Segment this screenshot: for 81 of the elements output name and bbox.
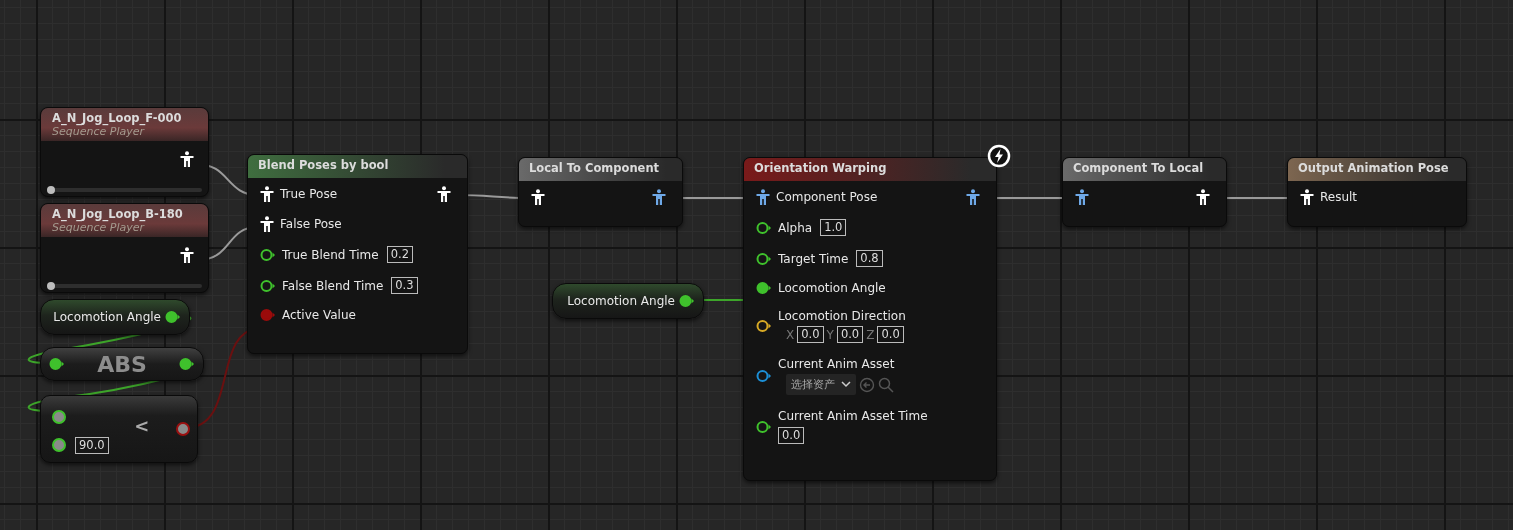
- pin-label: False Pose: [280, 217, 342, 231]
- figure-icon[interactable]: [180, 247, 194, 263]
- asset-dropdown[interactable]: 选择资产: [786, 374, 856, 395]
- number-field[interactable]: 0.0: [836, 326, 864, 343]
- number-field[interactable]: 1.0: [820, 219, 847, 236]
- pin-label: True Pose: [280, 187, 338, 201]
- pin-label: Target Time: [778, 251, 849, 266]
- node-title: Component To Local: [1073, 161, 1204, 175]
- number-field[interactable]: 90.0: [75, 436, 109, 454]
- search-icon[interactable]: [878, 376, 894, 393]
- figure-icon[interactable]: [966, 189, 980, 205]
- node-title: Orientation Warping: [754, 161, 887, 175]
- operator-label: ABS: [97, 351, 147, 377]
- slider-thumb[interactable]: [47, 186, 55, 194]
- pin-label: True Blend Time: [282, 247, 379, 262]
- sequence-node[interactable]: A_N_Jog_Loop_B-180 Sequence Player: [40, 203, 209, 293]
- anim-node[interactable]: Orientation Warping Component Pose Alpha 1.0 Target Time 0.8 Locomotion Angle Locomotion Direction X 0.0 Y 0.0 Z 0.0 Current Anim Asset 选择资产 Current Anim Asset Time 0.0: [743, 157, 997, 481]
- number-field[interactable]: 0.0: [778, 427, 805, 444]
- figure-icon[interactable]: [1075, 189, 1089, 205]
- node-subtitle: Sequence Player: [52, 125, 145, 138]
- pin-label: Alpha: [778, 220, 813, 235]
- anim-node[interactable]: Output Animation Pose Result: [1287, 157, 1467, 227]
- number-field[interactable]: 0.2: [386, 246, 413, 263]
- figure-icon[interactable]: [180, 151, 194, 167]
- axis-label: Y: [826, 327, 834, 342]
- pin-icon[interactable]: [260, 278, 276, 293]
- variable-name: Locomotion Angle: [567, 294, 675, 308]
- pin-label: Current Anim Asset Time: [778, 409, 928, 423]
- figure-icon[interactable]: [531, 189, 545, 205]
- figure-icon[interactable]: [756, 189, 770, 205]
- number-field[interactable]: 0.0: [877, 326, 904, 343]
- pin-icon[interactable]: [49, 357, 65, 371]
- variable-node[interactable]: Locomotion Angle: [552, 283, 704, 319]
- figure-icon[interactable]: [260, 186, 274, 202]
- node-title: Output Animation Pose: [1298, 161, 1449, 175]
- node-title: Blend Poses by bool: [258, 158, 389, 172]
- compare-node[interactable]: 90.0 <: [40, 395, 198, 463]
- pin-label: Result: [1320, 190, 1358, 204]
- pin-icon[interactable]: [260, 247, 276, 262]
- anim-node[interactable]: Local To Component: [518, 157, 683, 227]
- pin-label: Active Value: [282, 308, 356, 322]
- figure-icon[interactable]: [652, 189, 666, 205]
- number-field[interactable]: 0.8: [856, 250, 883, 267]
- anim-node[interactable]: Component To Local: [1062, 157, 1227, 227]
- chevron-icon: [841, 381, 851, 388]
- node-title: Local To Component: [529, 161, 660, 175]
- number-field[interactable]: 0.3: [391, 277, 418, 294]
- number-field[interactable]: 0.0: [797, 326, 824, 343]
- operator-label: <: [134, 414, 150, 436]
- variable-node[interactable]: Locomotion Angle: [40, 299, 190, 335]
- pin-icon[interactable]: [756, 419, 772, 434]
- pin-icon[interactable]: [679, 294, 695, 308]
- figure-icon[interactable]: [437, 186, 451, 202]
- node-title: A_N_Jog_Loop_F-000: [52, 111, 183, 125]
- pin-label: False Blend Time: [282, 278, 384, 293]
- variable-name: Locomotion Angle: [53, 310, 161, 324]
- axis-label: Z: [866, 327, 875, 342]
- operator-node[interactable]: ABS: [40, 347, 204, 381]
- pin-label: Component Pose: [776, 190, 878, 204]
- pin-icon[interactable]: [175, 421, 191, 437]
- pin-label: Current Anim Asset: [778, 357, 895, 371]
- pin-icon[interactable]: [756, 281, 772, 295]
- pin-icon[interactable]: [756, 251, 772, 266]
- pin-icon[interactable]: [756, 220, 772, 235]
- figure-icon[interactable]: [260, 216, 274, 232]
- figure-icon[interactable]: [1196, 189, 1210, 205]
- node-subtitle: Sequence Player: [52, 221, 145, 234]
- sequence-node[interactable]: A_N_Jog_Loop_F-000 Sequence Player: [40, 107, 209, 197]
- pin-icon[interactable]: [179, 357, 195, 371]
- pin-icon[interactable]: [51, 408, 67, 425]
- pin-label: Locomotion Direction: [778, 309, 906, 323]
- pin-icon[interactable]: [51, 437, 67, 453]
- pin-label: Locomotion Angle: [778, 281, 886, 295]
- pin-icon[interactable]: [756, 319, 772, 333]
- pin-icon[interactable]: [165, 310, 181, 324]
- figure-icon[interactable]: [1300, 189, 1314, 205]
- node-title: A_N_Jog_Loop_B-180: [52, 207, 184, 221]
- pin-icon[interactable]: [756, 369, 772, 383]
- anim-node[interactable]: Blend Poses by bool True Pose False Pose True Blend Time 0.2 False Blend Time 0.3 Active Value: [247, 154, 468, 354]
- axis-label: X: [786, 327, 795, 342]
- slider-thumb[interactable]: [47, 282, 55, 290]
